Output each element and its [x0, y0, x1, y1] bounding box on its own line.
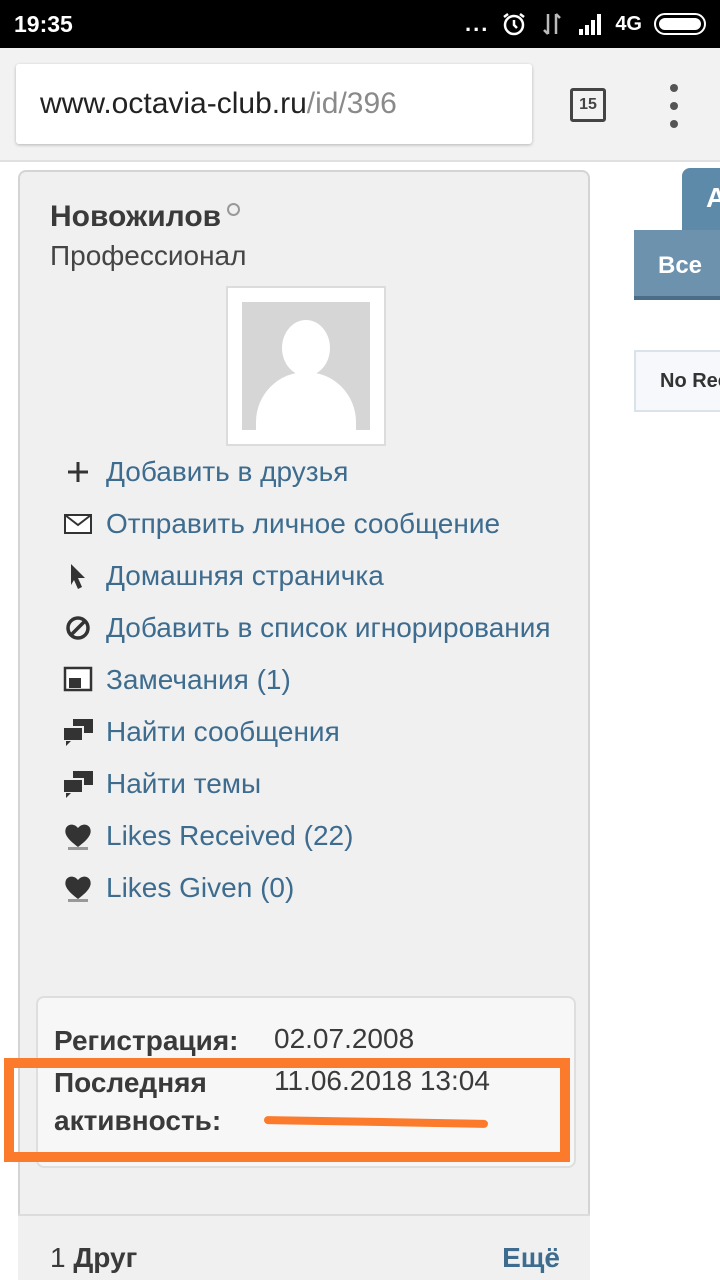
- homepage-link[interactable]: Домашняя страничка: [60, 558, 580, 594]
- highlight-annotation: [4, 1058, 570, 1162]
- more-notifications-icon: ...: [464, 11, 490, 36]
- address-bar[interactable]: www.octavia-club.ru/id/396: [16, 64, 532, 144]
- ignore-list-link[interactable]: Добавить в список игнорирования: [60, 610, 580, 646]
- avatar-body: [256, 372, 356, 430]
- action-label: Домашняя страничка: [106, 560, 384, 591]
- menu-dot: [670, 84, 678, 92]
- profile-actions-list: Добавить в друзья Отправить личное сообщ…: [60, 454, 580, 922]
- battery-icon: [654, 13, 706, 35]
- chat-icon: [60, 766, 96, 802]
- no-records-message: No Rec: [634, 350, 720, 412]
- action-label: Likes Given (0): [106, 872, 295, 903]
- status-icons: ... 4G: [465, 11, 706, 37]
- envelope-icon: [60, 506, 96, 542]
- warnings-link[interactable]: Замечания (1): [60, 662, 580, 698]
- warning-icon: [60, 662, 96, 698]
- send-message-link[interactable]: Отправить личное сообщение: [60, 506, 580, 542]
- registration-label: Регистрация:: [54, 1025, 239, 1056]
- default-avatar-icon: [242, 302, 370, 430]
- tab-partial[interactable]: A: [682, 168, 720, 232]
- action-label: Найти сообщения: [106, 716, 340, 747]
- menu-dot: [670, 120, 678, 128]
- network-type: 4G: [615, 12, 642, 35]
- clock: 19:35: [14, 10, 73, 37]
- signal-icon: [579, 14, 602, 35]
- ban-icon: [60, 610, 96, 646]
- friends-section: 1 Друг Ещё: [18, 1214, 590, 1280]
- url-path: /id/396: [306, 87, 397, 120]
- find-posts-link[interactable]: Найти сообщения: [60, 714, 580, 750]
- add-friend-link[interactable]: Добавить в друзья: [60, 454, 580, 490]
- filter-tab-all[interactable]: Все: [634, 230, 720, 300]
- action-label: Отправить личное сообщение: [106, 508, 501, 539]
- browser-menu-button[interactable]: [664, 84, 684, 128]
- registration-value: 02.07.2008: [274, 1023, 415, 1054]
- heart-icon: [60, 870, 96, 906]
- data-transfer-icon: [543, 13, 562, 35]
- menu-dot: [670, 102, 678, 110]
- user-title: Профессионал: [50, 240, 247, 271]
- divider: [0, 160, 720, 162]
- offline-status-icon: [227, 203, 241, 216]
- browser-toolbar: www.octavia-club.ru/id/396 15: [0, 48, 720, 160]
- action-label: Найти темы: [106, 768, 262, 799]
- find-threads-link[interactable]: Найти темы: [60, 766, 580, 802]
- action-label: Добавить в друзья: [106, 456, 349, 487]
- profile-username: Новожилов: [50, 200, 241, 234]
- action-label: Добавить в список игнорирования: [106, 612, 551, 643]
- cursor-icon: [60, 558, 96, 594]
- likes-given-link[interactable]: Likes Given (0): [60, 870, 580, 906]
- avatar-head: [282, 320, 330, 376]
- friends-more-link[interactable]: Ещё: [502, 1242, 560, 1274]
- action-label: Замечания (1): [106, 664, 291, 695]
- chat-icon: [60, 714, 96, 750]
- username-text: Новожилов: [50, 200, 222, 233]
- action-label: Likes Received (22): [106, 820, 354, 851]
- friends-number: 1: [50, 1242, 66, 1273]
- avatar[interactable]: [226, 286, 386, 446]
- status-bar: 19:35 ... 4G: [0, 0, 720, 48]
- friends-count: 1 Друг: [50, 1242, 137, 1274]
- tab-switcher-button[interactable]: 15: [570, 88, 606, 122]
- alarm-icon: [503, 13, 526, 36]
- heart-icon: [60, 818, 96, 854]
- plus-icon: [60, 454, 96, 490]
- friends-label: Друг: [73, 1242, 138, 1273]
- url-host: www.octavia-club.ru: [40, 87, 307, 120]
- likes-received-link[interactable]: Likes Received (22): [60, 818, 580, 854]
